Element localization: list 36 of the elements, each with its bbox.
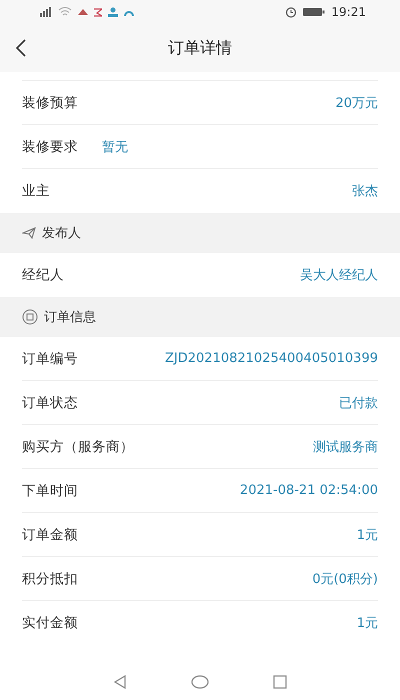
- field-value: 20万元: [335, 94, 378, 112]
- field-label: 订单金额: [22, 526, 78, 544]
- field-value: 吴大人经纪人: [300, 267, 378, 284]
- field-label: 购买方（服务商）: [22, 438, 134, 456]
- arc-icon: [124, 8, 134, 16]
- field-value: 1元: [356, 526, 378, 544]
- paper-plane-icon: [22, 227, 36, 239]
- field-label: 装修要求: [22, 138, 78, 156]
- field-value: 暂无: [102, 138, 128, 156]
- person-icon: [108, 7, 118, 17]
- alarm-icon: [285, 6, 298, 18]
- field-label: 实付金额: [22, 614, 78, 632]
- field-value: 已付款: [339, 394, 378, 412]
- field-value: 张杰: [352, 183, 378, 200]
- battery-icon: [303, 7, 326, 17]
- box-icon: [22, 309, 38, 325]
- field-value: ZJD20210821025400405010399: [165, 351, 378, 366]
- status-time: 19:21: [331, 5, 366, 19]
- field-value: 0元(0积分): [312, 570, 378, 588]
- field-label: 业主: [22, 182, 50, 200]
- field-value: 测试服务商: [313, 438, 378, 456]
- section-title: 订单信息: [44, 309, 96, 326]
- field-label: 装修预算: [22, 94, 78, 112]
- recents-nav-icon[interactable]: [273, 675, 287, 689]
- field-value: 1元: [356, 615, 378, 632]
- wifi-icon: [58, 7, 72, 17]
- field-label: 下单时间: [22, 482, 78, 500]
- section-title: 发布人: [42, 225, 81, 242]
- field-label: 积分抵扣: [22, 570, 78, 588]
- page-title: 订单详情: [168, 38, 232, 58]
- home-nav-icon[interactable]: [191, 675, 209, 689]
- field-label: 订单编号: [22, 350, 78, 368]
- field-value: 2021-08-21 02:54:00: [240, 483, 378, 498]
- field-label: 经纪人: [22, 266, 64, 284]
- field-label: 订单状态: [22, 394, 78, 412]
- back-nav-icon[interactable]: [113, 675, 127, 689]
